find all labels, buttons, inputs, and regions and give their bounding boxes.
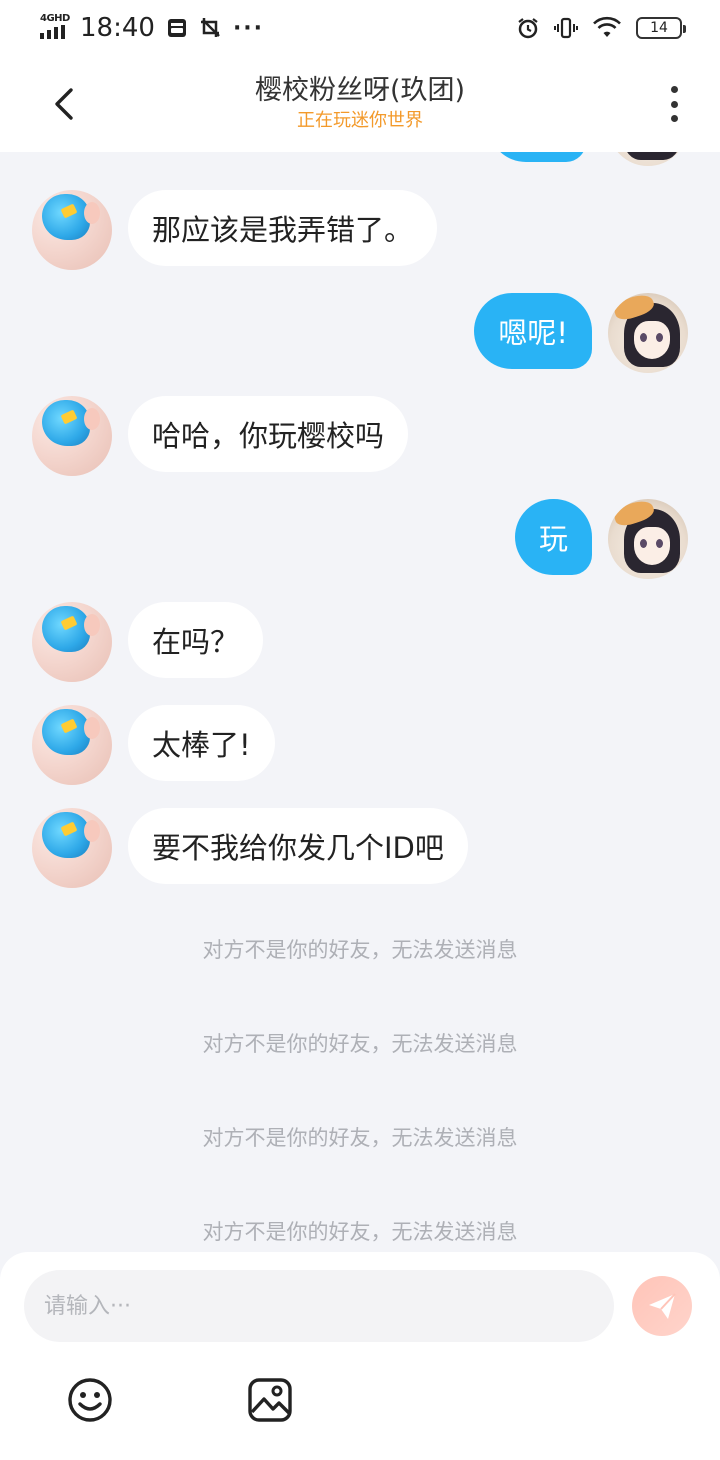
message-input[interactable] <box>24 1270 614 1342</box>
image-icon <box>248 1378 292 1422</box>
battery-icon: 14 <box>636 17 686 39</box>
chevron-left-icon <box>55 88 73 120</box>
message-text: 要不我给你发几个ID吧 <box>152 831 444 865</box>
system-notice: 对方不是你的好友，无法发送消息 <box>202 938 518 962</box>
message-bubble-received[interactable]: 要不我给你发几个ID吧 <box>128 808 468 884</box>
my-avatar[interactable] <box>608 499 688 579</box>
message-bubble-received[interactable]: 那应该是我弄错了。 <box>128 190 438 266</box>
message-bubble-sent[interactable]: 嗯呢! <box>474 293 592 369</box>
message-list[interactable]: 那应该是我弄错了。 嗯呢! 哈哈，你玩樱校吗 玩 在吗？ 太棒了! 要不我给你发… <box>0 152 720 1252</box>
battery-level: 14 <box>650 20 668 36</box>
back-button[interactable] <box>40 80 88 128</box>
contact-avatar[interactable] <box>32 190 112 270</box>
chat-title: 樱校粉丝呀(玖团) <box>254 75 466 106</box>
alarm-icon <box>518 18 538 39</box>
chat-status: 正在玩迷你世界 <box>297 110 423 131</box>
message-text: 在吗？ <box>152 625 240 659</box>
paper-plane-icon <box>649 1293 676 1319</box>
contact-avatar[interactable] <box>32 602 112 682</box>
message-text: 玩 <box>538 522 568 556</box>
message-bubble-received[interactable]: 在吗？ <box>128 602 264 678</box>
wifi-icon <box>593 16 621 37</box>
smiley-icon <box>68 1378 112 1422</box>
system-notice: 对方不是你的好友，无法发送消息 <box>202 1032 518 1056</box>
screenshot-blocked-icon <box>200 18 220 37</box>
more-options-button[interactable] <box>658 82 690 126</box>
message-text: 太棒了! <box>152 728 251 762</box>
contact-avatar[interactable] <box>32 808 112 888</box>
system-notice: 对方不是你的好友，无法发送消息 <box>202 1220 518 1244</box>
image-button[interactable] <box>246 1376 294 1424</box>
contact-avatar[interactable] <box>32 705 112 785</box>
chat-header: 樱校粉丝呀(玖团) 正在玩迷你世界 <box>0 56 720 152</box>
system-notice: 对方不是你的好友，无法发送消息 <box>202 1126 518 1150</box>
message-bubble-received[interactable]: 太棒了! <box>128 705 275 781</box>
message-bubble-cut <box>488 152 586 162</box>
send-button[interactable] <box>632 1276 692 1336</box>
message-bubble-received[interactable]: 哈哈，你玩樱校吗 <box>128 396 409 472</box>
network-type: 4GHD <box>40 13 70 24</box>
chat-title-block: 樱校粉丝呀(玖团) 正在玩迷你世界 <box>160 74 560 134</box>
cellular-signal-icon: 4GHD <box>38 13 70 43</box>
message-text: 嗯呢! <box>498 316 568 350</box>
clock: 18:40 <box>80 13 155 43</box>
emoji-button[interactable] <box>66 1376 114 1424</box>
more-notifications: ··· <box>232 15 265 41</box>
message-text: 那应该是我弄错了。 <box>152 213 414 247</box>
message-text: 哈哈，你玩樱校吗 <box>152 419 385 453</box>
vibrate-icon <box>554 17 578 39</box>
my-avatar[interactable] <box>608 293 688 373</box>
more-vertical-icon <box>670 86 678 93</box>
message-bubble-sent[interactable]: 玩 <box>514 499 592 575</box>
sim-card-icon <box>167 19 186 37</box>
status-bar: 4GHD 18:40 ··· 14 <box>0 0 720 56</box>
composer <box>0 1252 720 1460</box>
contact-avatar[interactable] <box>32 396 112 476</box>
my-avatar[interactable] <box>608 152 688 166</box>
